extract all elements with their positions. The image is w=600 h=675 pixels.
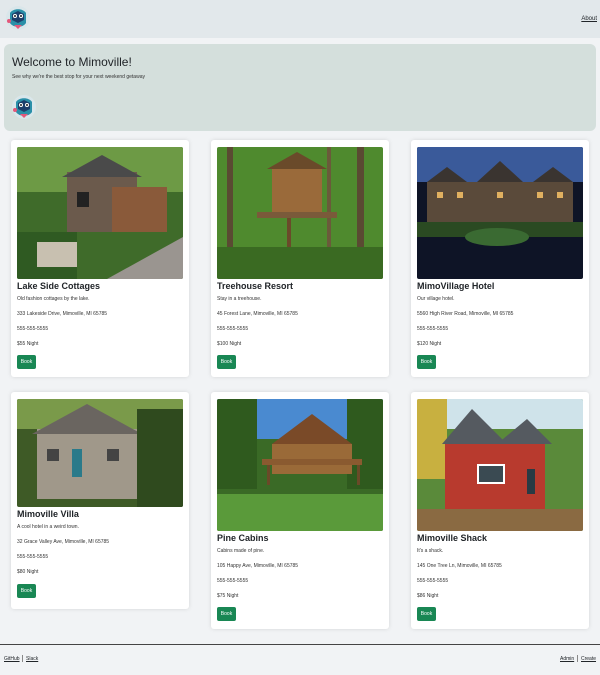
card-phone: 555-555-5555 <box>17 554 49 560</box>
hotel-photo <box>417 147 583 279</box>
card-address: 32 Grace Valley Ave, Mimoville, MI 65785 <box>17 539 110 545</box>
cottage-photo <box>17 147 183 279</box>
card-price: $100 Night <box>217 341 242 347</box>
mimoville-logo-icon <box>11 94 37 120</box>
card-description: Our village hotel. <box>417 296 455 302</box>
shack-photo <box>417 399 583 531</box>
create-link[interactable]: Create <box>581 656 596 662</box>
card-description: Old fashion cottages by the lake. <box>17 296 90 302</box>
admin-link[interactable]: Admin <box>560 656 574 662</box>
page-subtitle: See why we're the best stop for your nex… <box>12 74 145 80</box>
card-price: $86 Night <box>417 593 439 599</box>
slack-link[interactable]: Slack <box>26 656 38 662</box>
footer-divider <box>577 655 578 662</box>
card-description: Cabins made of pine. <box>217 548 265 554</box>
card-address: 145 One Tree Ln, Mimoville, MI 65785 <box>417 563 502 569</box>
about-link[interactable]: About <box>581 16 597 22</box>
hotel-card: Treehouse Resort Stay in a treehouse. 45… <box>211 140 389 377</box>
book-button[interactable]: Book <box>217 607 236 621</box>
card-price: $55 Night <box>17 341 39 347</box>
card-title: Pine Cabins <box>217 533 269 543</box>
github-link[interactable]: GitHub <box>4 656 20 662</box>
book-button[interactable]: Book <box>417 607 436 621</box>
card-phone: 555-555-5555 <box>17 326 49 332</box>
card-address: 45 Forest Lane, Mimoville, MI 65785 <box>217 311 298 317</box>
treehouse-photo <box>217 147 383 279</box>
card-address: 5560 High River Road, Mimoville, MI 6578… <box>417 311 514 317</box>
card-address: 105 Happy Ave, Mimoville, MI 65785 <box>217 563 299 569</box>
card-phone: 555-555-5555 <box>417 326 449 332</box>
villa-photo <box>17 399 183 507</box>
card-price: $120 Night <box>417 341 442 347</box>
card-title: Lake Side Cottages <box>17 281 101 291</box>
card-phone: 555-555-5555 <box>217 578 249 584</box>
book-button[interactable]: Book <box>17 355 36 369</box>
hotel-card: Mimoville Shack It's a shack. 145 One Tr… <box>411 392 589 629</box>
hotel-card: Mimoville Villa A cool hotel in a weird … <box>11 392 189 609</box>
mimoville-logo-icon[interactable] <box>5 5 31 31</box>
book-button[interactable]: Book <box>217 355 236 369</box>
card-price: $80 Night <box>17 569 39 575</box>
cabin-photo <box>217 399 383 531</box>
card-title: Mimoville Shack <box>417 533 488 543</box>
card-address: 333 Lakeside Drive, Mimoville, MI 65785 <box>17 311 108 317</box>
hotel-card: Lake Side Cottages Old fashion cottages … <box>11 140 189 377</box>
hotel-card: MimoVillage Hotel Our village hotel. 556… <box>411 140 589 377</box>
book-button[interactable]: Book <box>17 584 36 598</box>
card-description: Stay in a treehouse. <box>217 296 262 302</box>
footer: GitHub Slack Admin Create <box>0 644 600 675</box>
welcome-banner: Welcome to Mimoville! See why we're the … <box>4 44 596 131</box>
book-button[interactable]: Book <box>417 355 436 369</box>
card-phone: 555-555-5555 <box>217 326 249 332</box>
card-description: A cool hotel in a weird town. <box>17 524 79 530</box>
card-title: Mimoville Villa <box>17 509 79 519</box>
footer-divider <box>22 655 23 662</box>
card-title: MimoVillage Hotel <box>417 281 495 291</box>
card-description: It's a shack. <box>417 548 444 554</box>
card-phone: 555-555-5555 <box>417 578 449 584</box>
hotel-card: Pine Cabins Cabins made of pine. 105 Hap… <box>211 392 389 629</box>
card-price: $75 Night <box>217 593 239 599</box>
top-navbar: About <box>0 0 600 38</box>
card-title: Treehouse Resort <box>217 281 294 291</box>
page-title: Welcome to Mimoville! <box>12 55 132 69</box>
